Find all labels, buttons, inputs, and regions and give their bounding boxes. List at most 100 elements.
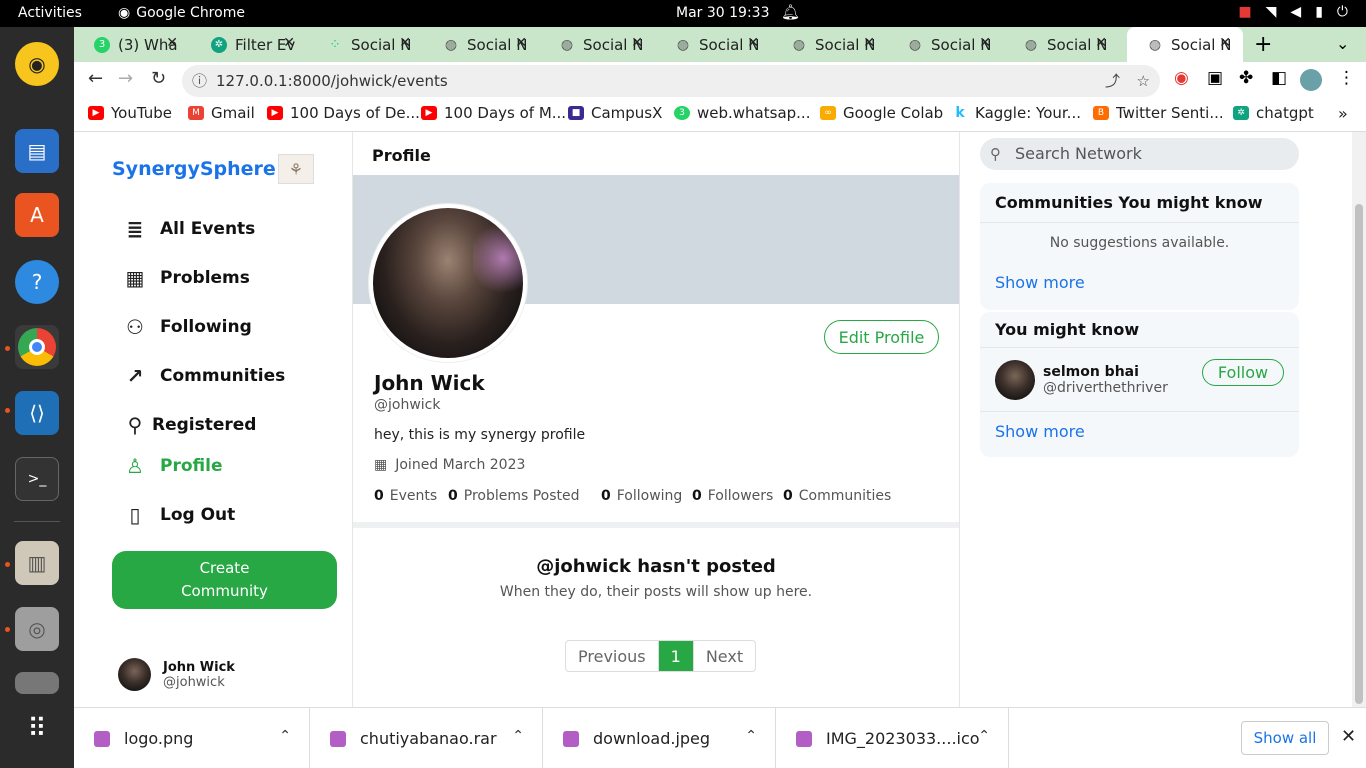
- rhythmbox-icon[interactable]: ◉: [15, 42, 59, 86]
- show-apps-icon[interactable]: ⠿: [15, 707, 59, 751]
- bookmark-gmail[interactable]: M Gmail: [188, 104, 255, 122]
- bell-icon: 🔔︎: [781, 3, 801, 21]
- writer-icon[interactable]: ▤: [15, 129, 59, 173]
- tab-social[interactable]: ◍ Social N ✕: [771, 27, 887, 62]
- tab-search-icon[interactable]: ⌄: [1336, 34, 1349, 53]
- bookmark-100-days-m[interactable]: ▶ 100 Days of M...: [421, 104, 566, 122]
- chevron-up-icon[interactable]: ⌃: [512, 728, 524, 744]
- close-icon[interactable]: ✕: [1219, 35, 1231, 51]
- tab-social[interactable]: ⁘ Social N ✕: [307, 27, 423, 62]
- close-icon[interactable]: ✕: [747, 35, 759, 51]
- nav-logout[interactable]: ▯ Log Out: [122, 503, 235, 527]
- chevron-up-icon[interactable]: ⌃: [978, 728, 990, 744]
- profile-avatar-icon[interactable]: [1300, 69, 1322, 91]
- disc-icon-2[interactable]: [15, 672, 59, 694]
- edit-profile-button[interactable]: Edit Profile: [824, 320, 939, 354]
- download-item[interactable]: IMG_2023033....ico ⌃: [776, 708, 1009, 768]
- bookmark-youtube[interactable]: ▶ YouTube: [88, 104, 172, 122]
- share-icon[interactable]: ⤴: [1105, 65, 1120, 97]
- tab-filter[interactable]: ✲ Filter Ev ✕: [191, 27, 307, 62]
- reload-icon[interactable]: ↻: [151, 68, 166, 89]
- stat-followers[interactable]: 0 Followers: [692, 488, 773, 504]
- close-icon[interactable]: ✕: [399, 35, 411, 51]
- stat-problems[interactable]: 0 Problems Posted: [448, 488, 580, 504]
- scrollbar-thumb[interactable]: [1355, 204, 1363, 704]
- current-user[interactable]: John Wick @johwick: [118, 658, 235, 691]
- bookmark-whatsapp[interactable]: 3 web.whatsap...: [674, 104, 810, 122]
- bookmark-twitter-senti[interactable]: B Twitter Senti...: [1093, 104, 1224, 122]
- stat-following[interactable]: 0 Following: [601, 488, 682, 504]
- chrome-dock-icon[interactable]: [15, 325, 59, 369]
- chevron-up-icon[interactable]: ⌃: [745, 728, 757, 744]
- download-item[interactable]: chutiyabanao.rar ⌃: [310, 708, 543, 768]
- close-icon[interactable]: ✕: [1341, 726, 1356, 747]
- search-input[interactable]: ⚲ Search Network: [980, 138, 1299, 170]
- nav-following[interactable]: ⚇ Following: [122, 315, 252, 339]
- close-icon[interactable]: ✕: [283, 35, 295, 51]
- close-icon[interactable]: ✕: [979, 35, 991, 51]
- clock[interactable]: Mar 30 19:33: [676, 5, 769, 21]
- extensions-icon[interactable]: ✤: [1239, 68, 1253, 88]
- nav-profile[interactable]: ♙ Profile: [122, 454, 222, 478]
- new-tab-icon[interactable]: +: [1254, 32, 1272, 57]
- download-item[interactable]: download.jpeg ⌃: [543, 708, 776, 768]
- close-icon[interactable]: ✕: [515, 35, 527, 51]
- show-more-communities-link[interactable]: Show more: [980, 263, 1299, 306]
- archive-manager-icon[interactable]: ▥: [15, 541, 59, 585]
- site-info-icon[interactable]: ⓘ: [192, 65, 207, 97]
- download-item[interactable]: logo.png ⌃: [74, 708, 310, 768]
- stat-label: Problems Posted: [463, 488, 580, 504]
- nav-registered[interactable]: ⚲ Registered: [122, 413, 257, 437]
- record-extension-icon[interactable]: ◉: [1174, 68, 1189, 88]
- stat-communities[interactable]: 0 Communities: [783, 488, 891, 504]
- tab-social[interactable]: ◍ Social N ✕: [655, 27, 771, 62]
- follow-button[interactable]: Follow: [1202, 359, 1284, 386]
- previous-page-button[interactable]: Previous: [566, 641, 659, 671]
- show-more-people-link[interactable]: Show more: [980, 412, 1299, 455]
- back-icon[interactable]: ←: [88, 68, 103, 89]
- side-panel-icon[interactable]: ◧: [1271, 68, 1287, 88]
- menu-kebab-icon[interactable]: ⋮: [1338, 68, 1355, 88]
- close-icon[interactable]: ✕: [1095, 35, 1107, 51]
- brand[interactable]: SynergySphere ⚘: [112, 154, 314, 184]
- bookmark-100-days-de[interactable]: ▶ 100 Days of De...: [267, 104, 420, 122]
- bookmark-campusx[interactable]: ■ CampusX: [568, 104, 662, 122]
- terminal-icon[interactable]: >_: [15, 457, 59, 501]
- bookmark-colab[interactable]: ∞ Google Colab: [820, 104, 943, 122]
- chevron-up-icon[interactable]: ⌃: [279, 728, 291, 744]
- address-bar[interactable]: ⓘ 127.0.0.1:8000/johwick/events ⤴ ☆: [182, 65, 1160, 97]
- close-icon[interactable]: ✕: [166, 35, 178, 51]
- create-community-button[interactable]: Create Community: [112, 551, 337, 609]
- stat-events[interactable]: 0 Events: [374, 488, 437, 504]
- suggested-user[interactable]: selmon bhai @driverthethriver Follow: [980, 348, 1299, 412]
- app-menu[interactable]: ◉ Google Chrome: [118, 5, 245, 21]
- close-icon[interactable]: ✕: [631, 35, 643, 51]
- activities-button[interactable]: Activities: [18, 5, 82, 21]
- tab-social[interactable]: ◍ Social N ✕: [423, 27, 539, 62]
- show-all-downloads-button[interactable]: Show all: [1241, 721, 1329, 755]
- tab-social-active[interactable]: ◍ Social N ✕: [1127, 27, 1243, 62]
- page-scrollbar[interactable]: [1352, 132, 1366, 707]
- events-list-icon: ≣: [126, 217, 144, 241]
- close-icon[interactable]: ✕: [863, 35, 875, 51]
- vscode-icon[interactable]: ⟨⟩: [15, 391, 59, 435]
- tab-social[interactable]: ◍ Social N ✕: [1003, 27, 1119, 62]
- nav-all-events[interactable]: ≣ All Events: [122, 217, 256, 241]
- tab-social[interactable]: ◍ Social N ✕: [539, 27, 655, 62]
- next-page-button[interactable]: Next: [694, 641, 755, 671]
- more-bookmarks-icon[interactable]: »: [1338, 104, 1348, 123]
- system-tray[interactable]: ■ ◥ ◀︎ ▮ ⏻: [1238, 4, 1348, 20]
- tab-whatsapp[interactable]: 3 (3) Wha ✕: [74, 27, 190, 62]
- bookmark-star-icon[interactable]: ☆: [1137, 65, 1150, 97]
- page-1-button[interactable]: 1: [658, 641, 694, 671]
- app-center-icon[interactable]: A: [15, 193, 59, 237]
- nav-problems[interactable]: ▦ Problems: [122, 266, 250, 290]
- nav-communities[interactable]: ↗ Communities: [122, 364, 286, 388]
- bookmark-chatgpt[interactable]: ✲ chatgpt: [1233, 104, 1314, 122]
- bookmark-kaggle[interactable]: k Kaggle: Your...: [952, 104, 1081, 122]
- picture-in-picture-icon[interactable]: ▣: [1207, 68, 1223, 88]
- tab-social[interactable]: ◍ Social N ✕: [887, 27, 1003, 62]
- forward-icon[interactable]: →: [118, 68, 133, 89]
- help-icon[interactable]: ?: [15, 260, 59, 304]
- disc-icon[interactable]: ◎: [15, 607, 59, 651]
